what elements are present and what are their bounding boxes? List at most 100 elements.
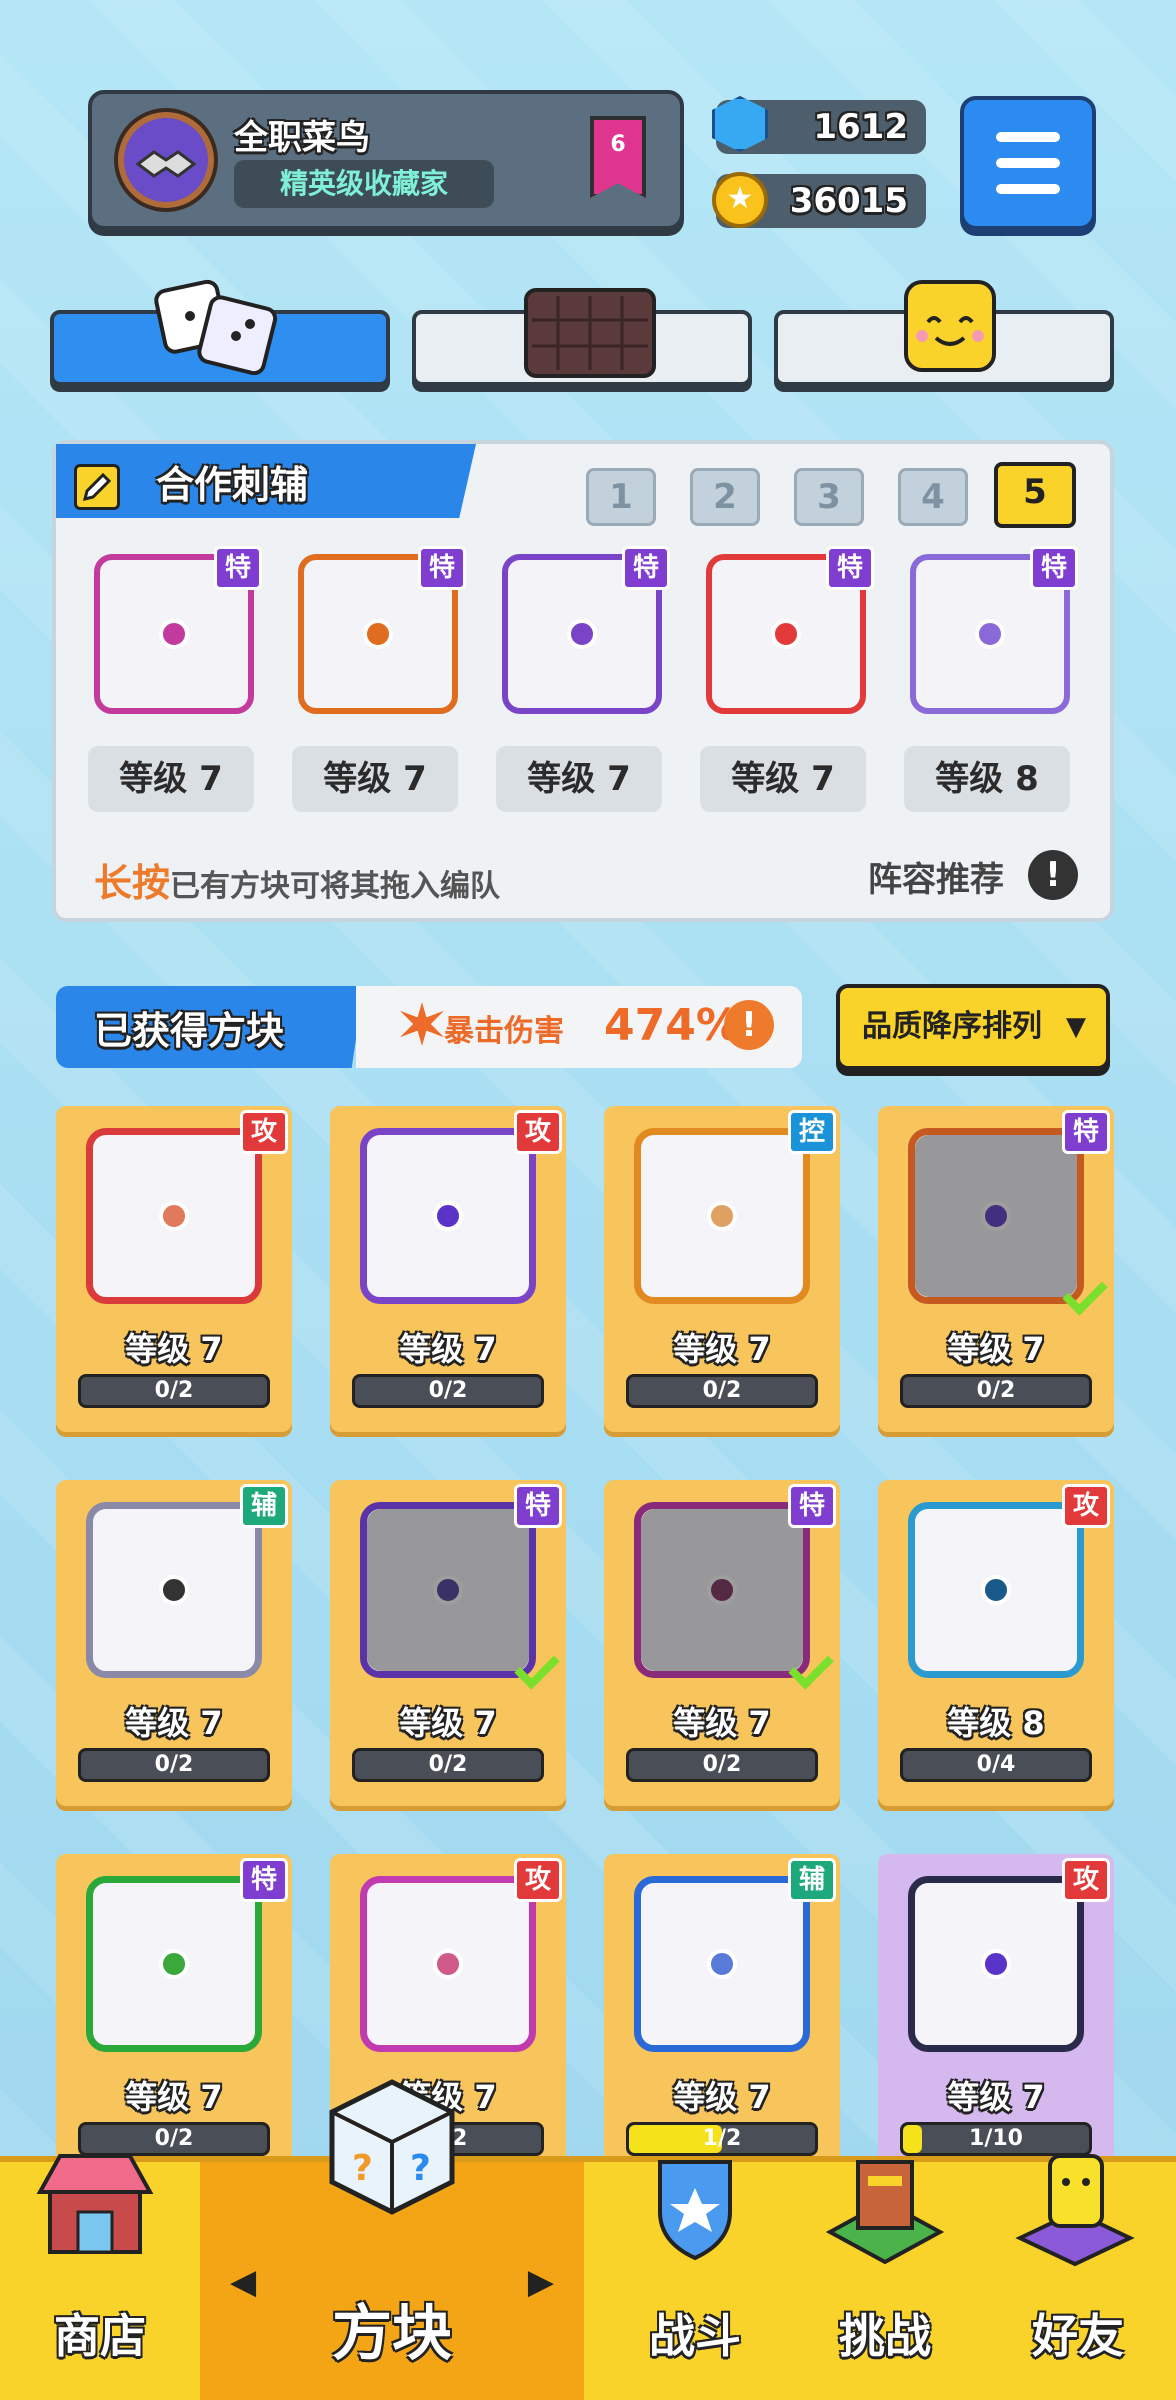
block-level: 等级 7 — [399, 1704, 497, 1742]
card-type-tag: 特 — [1062, 1110, 1110, 1154]
block-card[interactable]: 特等级 7 0/2 — [878, 1106, 1114, 1432]
team-card[interactable]: 特 — [910, 546, 1078, 714]
friends-character-icon — [1015, 2154, 1135, 2267]
card-type-tag: 攻 — [1062, 1858, 1110, 1902]
upgrade-progress-bar: 0/2 — [626, 1374, 818, 1408]
nav-challenge-label: 挑战 — [839, 2309, 931, 2363]
progress-text: 0/2 — [154, 1378, 194, 1403]
team-card-level: 等级 7 — [292, 746, 458, 812]
block-art — [634, 1502, 834, 1690]
block-art — [908, 1128, 1108, 1316]
team-slot-3[interactable]: 3 — [794, 468, 864, 526]
team-card[interactable]: 特 — [706, 546, 874, 714]
block-core-icon — [159, 1201, 189, 1231]
nav-battle[interactable]: 战斗 — [600, 2160, 790, 2400]
smile-face-icon — [904, 280, 996, 372]
tab-board[interactable] — [412, 288, 752, 386]
nav-shop[interactable]: 商店 — [0, 2154, 200, 2400]
dice-icon — [154, 279, 278, 376]
rank-ribbon-icon: 6 — [590, 116, 646, 198]
tab-dice[interactable] — [50, 279, 390, 386]
equipped-overlay — [641, 1509, 803, 1671]
block-card[interactable]: 特等级 7 0/2 — [330, 1480, 566, 1806]
upgrade-progress-bar: 0/2 — [78, 1374, 270, 1408]
obtained-title: 已获得方块 — [94, 1009, 285, 1053]
nav-shop-label: 商店 — [54, 2309, 146, 2363]
progress-text: 0/2 — [702, 1752, 742, 1777]
nav-challenge[interactable]: 挑战 — [790, 2160, 980, 2400]
sort-label: 品质降序排列 — [862, 1009, 1042, 1044]
player-profile[interactable]: 全职菜鸟 精英级收藏家 6 — [88, 90, 684, 230]
block-card[interactable]: 攻等级 7 0/2 — [56, 1106, 292, 1432]
team-slot-2[interactable]: 2 — [690, 468, 760, 526]
team-title: 合作刺辅 — [156, 463, 309, 507]
drag-hint: 长按已有方块可将其拖入编队 — [94, 852, 500, 907]
block-card[interactable]: 辅等级 7 1/2 — [604, 1854, 840, 2180]
lineup-recommend[interactable]: 阵容推荐 — [868, 852, 1004, 901]
team-card-level: 等级 7 — [496, 746, 662, 812]
player-name: 全职菜鸟 — [234, 118, 370, 158]
block-card[interactable]: 控等级 7 0/2 — [604, 1106, 840, 1432]
card-type-tag: 攻 — [514, 1858, 562, 1902]
team-card[interactable]: 特 — [94, 546, 262, 714]
bottom-nav: 商店 ? ? ◀ ▶ 方块 战斗 挑战 好友 — [0, 2079, 1176, 2400]
card-type-tag: 控 — [788, 1110, 836, 1154]
tab-emote[interactable] — [774, 280, 1114, 386]
menu-button[interactable] — [960, 96, 1096, 230]
recommend-info-icon[interactable]: ! — [1028, 850, 1078, 900]
block-level: 等级 7 — [947, 1330, 1045, 1368]
card-type-tag: 特 — [788, 1484, 836, 1528]
edit-pencil-icon[interactable] — [74, 464, 120, 510]
progress-text: 0/2 — [428, 1752, 468, 1777]
card-type-tag: 特 — [514, 1484, 562, 1528]
equipped-overlay — [915, 1135, 1077, 1297]
block-core-icon — [707, 1201, 737, 1231]
block-art — [634, 1876, 810, 2052]
block-core-icon — [981, 1949, 1011, 1979]
block-card[interactable]: 攻等级 7 1/10 — [878, 1854, 1114, 2180]
block-core-icon — [981, 1575, 1011, 1605]
crit-info-icon[interactable]: ! — [724, 1000, 774, 1050]
block-card[interactable]: 特等级 7 0/2 — [56, 1854, 292, 2180]
progress-text: 0/2 — [154, 1752, 194, 1777]
block-core-icon — [433, 1201, 463, 1231]
nav-friends-label: 好友 — [1032, 2309, 1124, 2363]
sort-quality-dropdown[interactable]: 品质降序排列 ▼ — [836, 984, 1110, 1070]
block-level: 等级 8 — [947, 1704, 1045, 1742]
block-level: 等级 7 — [673, 1330, 771, 1368]
team-slot-5[interactable]: 5 — [994, 462, 1076, 528]
progress-text: 0/2 — [976, 1378, 1016, 1403]
block-art — [360, 1876, 536, 2052]
block-card[interactable]: 攻等级 8 0/4 — [878, 1480, 1114, 1806]
progress-text: 0/2 — [154, 2126, 194, 2151]
block-core-icon — [159, 1949, 189, 1979]
block-core-icon — [707, 1949, 737, 1979]
team-panel: 合作刺辅 1 2 3 4 5 特等级 7 特等级 7 特等级 7 特等级 7 特等级 8… — [52, 440, 1114, 922]
block-card[interactable]: 特等级 7 0/2 — [604, 1480, 840, 1806]
crit-label: 暴击伤害 — [444, 1014, 564, 1049]
card-type-tag: 特 — [240, 1858, 288, 1902]
progress-text: 0/2 — [702, 1378, 742, 1403]
team-card[interactable]: 特 — [502, 546, 670, 714]
progress-text: 0/4 — [976, 1752, 1016, 1777]
nav-blocks[interactable]: ? ? ◀ ▶ 方块 — [200, 2079, 584, 2400]
block-level: 等级 7 — [673, 2078, 771, 2116]
challenge-sign-icon — [825, 2160, 945, 2265]
player-title: 精英级收藏家 — [234, 160, 494, 208]
block-card[interactable]: 攻等级 7 0/2 — [330, 1106, 566, 1432]
progress-text: 0/2 — [428, 1378, 468, 1403]
block-level: 等级 7 — [125, 1704, 223, 1742]
block-core-icon — [159, 1575, 189, 1605]
block-card[interactable]: 辅等级 7 0/2 — [56, 1480, 292, 1806]
block-level: 等级 7 — [125, 2078, 223, 2116]
nav-friends[interactable]: 好友 — [980, 2154, 1176, 2400]
team-slot-1[interactable]: 1 — [586, 468, 656, 526]
block-art — [634, 1128, 810, 1304]
card-type-tag: 特 — [622, 546, 670, 590]
team-slot-4[interactable]: 4 — [898, 468, 968, 526]
equipped-overlay — [367, 1509, 529, 1671]
upgrade-progress-bar: 0/2 — [900, 1374, 1092, 1408]
crit-damage-box: 暴击伤害 474% ! — [356, 986, 802, 1068]
team-card[interactable]: 特 — [298, 546, 466, 714]
block-core-icon — [975, 619, 1005, 649]
